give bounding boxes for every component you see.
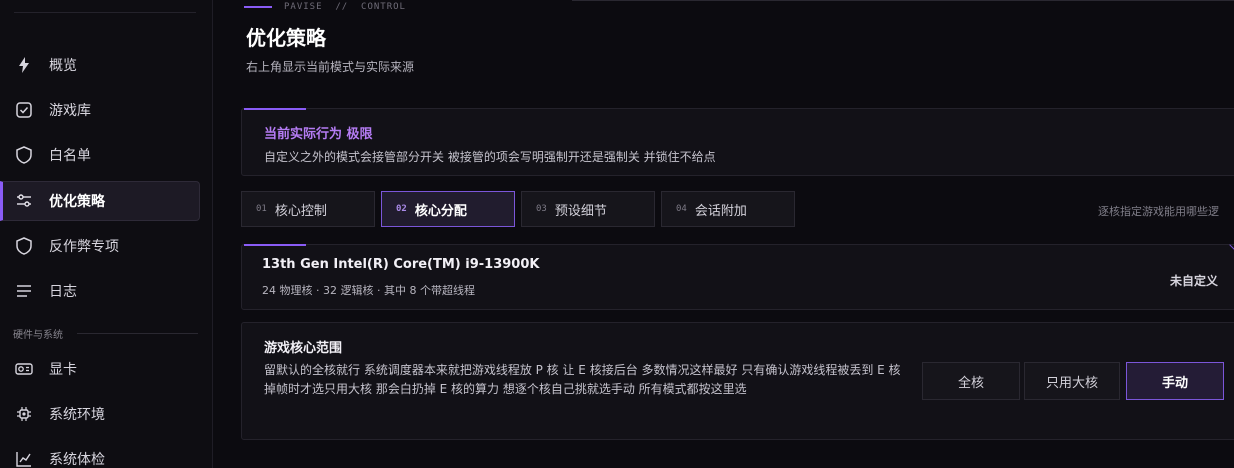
tab-core-control[interactable]: 01 核心控制 bbox=[241, 191, 375, 227]
page-subtitle: 右上角显示当前模式与实际来源 bbox=[246, 60, 415, 74]
breadcrumb-text: PAVISE // CONTROL bbox=[284, 2, 406, 12]
behavior-description: 自定义之外的模式会接管部分开关 被接管的项会写明强制开还是强制关 并锁住不给点 bbox=[264, 150, 716, 164]
tab-hint: 逐核指定游戏能用哪些逻 bbox=[1098, 205, 1219, 218]
page-title: 优化策略 bbox=[246, 26, 326, 50]
tab-number: 04 bbox=[676, 204, 687, 214]
tab-label: 核心控制 bbox=[274, 203, 327, 219]
tab-label: 会话附加 bbox=[694, 203, 747, 219]
sidebar-item-label: 概览 bbox=[49, 58, 77, 74]
sidebar-item-library[interactable]: 游戏库 bbox=[0, 90, 200, 130]
manual-button[interactable]: 手动 bbox=[1126, 362, 1224, 400]
sidebar-item-label: 优化策略 bbox=[49, 194, 105, 210]
tab-preset-details[interactable]: 03 预设细节 bbox=[521, 191, 655, 227]
card-accent bbox=[244, 108, 306, 110]
p-cores-only-button[interactable]: 只用大核 bbox=[1024, 362, 1120, 400]
sidebar: 概览 游戏库 白名单 优化策略 反作弊专项 日志 硬件与系统 显卡 系统环境 系… bbox=[0, 0, 213, 468]
top-rule bbox=[572, 0, 1234, 1]
checkbox-icon bbox=[15, 101, 33, 119]
sidebar-item-gpu[interactable]: 显卡 bbox=[0, 349, 200, 389]
breadcrumb-accent bbox=[244, 6, 272, 8]
sidebar-item-optimize[interactable]: 优化策略 bbox=[0, 181, 200, 221]
sidebar-item-label: 白名单 bbox=[49, 148, 91, 164]
core-range-description: 留默认的全核就行 系统调度器本来就把游戏线程放 P 核 让 E 核接后台 多数情… bbox=[264, 363, 901, 396]
tab-core-allocation[interactable]: 02 核心分配 bbox=[381, 191, 515, 227]
card-accent bbox=[244, 244, 306, 246]
sidebar-item-label: 系统环境 bbox=[49, 407, 105, 423]
sidebar-item-label: 显卡 bbox=[49, 362, 77, 378]
sidebar-item-label: 反作弊专项 bbox=[49, 239, 119, 255]
sidebar-item-label: 系统体检 bbox=[49, 452, 105, 468]
chart-icon bbox=[15, 450, 33, 468]
tab-number: 03 bbox=[536, 204, 547, 214]
section-label-text: 硬件与系统 bbox=[13, 330, 63, 341]
sidebar-item-label: 日志 bbox=[49, 284, 77, 300]
cpu-info-card: 13th Gen Intel(R) Core(TM) i9-13900K 24 … bbox=[241, 244, 1234, 310]
cpu-name: 13th Gen Intel(R) Core(TM) i9-13900K bbox=[262, 257, 540, 272]
sidebar-item-anticheat[interactable]: 反作弊专项 bbox=[0, 226, 200, 266]
sidebar-section-label: 硬件与系统 bbox=[13, 326, 198, 341]
tab-session-extras[interactable]: 04 会话附加 bbox=[661, 191, 795, 227]
chip-icon bbox=[15, 405, 33, 423]
gpu-icon bbox=[15, 360, 33, 378]
sidebar-item-label: 游戏库 bbox=[49, 103, 91, 119]
core-range-title: 游戏核心范围 bbox=[264, 341, 343, 356]
shield-icon bbox=[15, 146, 33, 164]
sidebar-item-system-env[interactable]: 系统环境 bbox=[0, 394, 200, 434]
sidebar-item-logs[interactable]: 日志 bbox=[0, 271, 200, 311]
shield-icon bbox=[15, 237, 33, 255]
tab-number: 01 bbox=[256, 204, 267, 214]
current-behavior-card: 当前实际行为 极限 自定义之外的模式会接管部分开关 被接管的项会写明强制开还是强… bbox=[241, 108, 1234, 176]
list-icon bbox=[15, 282, 33, 300]
section-divider bbox=[77, 333, 198, 334]
behavior-title: 当前实际行为 极限 bbox=[264, 127, 373, 142]
all-cores-button[interactable]: 全核 bbox=[922, 362, 1020, 400]
tab-number: 02 bbox=[396, 204, 407, 214]
tab-label: 核心分配 bbox=[414, 203, 467, 219]
breadcrumb: PAVISE // CONTROL bbox=[244, 2, 406, 12]
bolt-icon bbox=[15, 56, 33, 74]
sidebar-item-overview[interactable]: 概览 bbox=[0, 45, 200, 85]
sliders-icon bbox=[15, 192, 33, 210]
cpu-detail: 24 物理核 · 32 逻辑核 · 其中 8 个带超线程 bbox=[262, 284, 475, 297]
sidebar-item-system-check[interactable]: 系统体检 bbox=[0, 439, 200, 468]
tab-label: 预设细节 bbox=[554, 203, 607, 219]
sidebar-item-whitelist[interactable]: 白名单 bbox=[0, 135, 200, 175]
cpu-status-badge: 未自定义 bbox=[1170, 274, 1219, 288]
sidebar-divider bbox=[14, 12, 196, 13]
